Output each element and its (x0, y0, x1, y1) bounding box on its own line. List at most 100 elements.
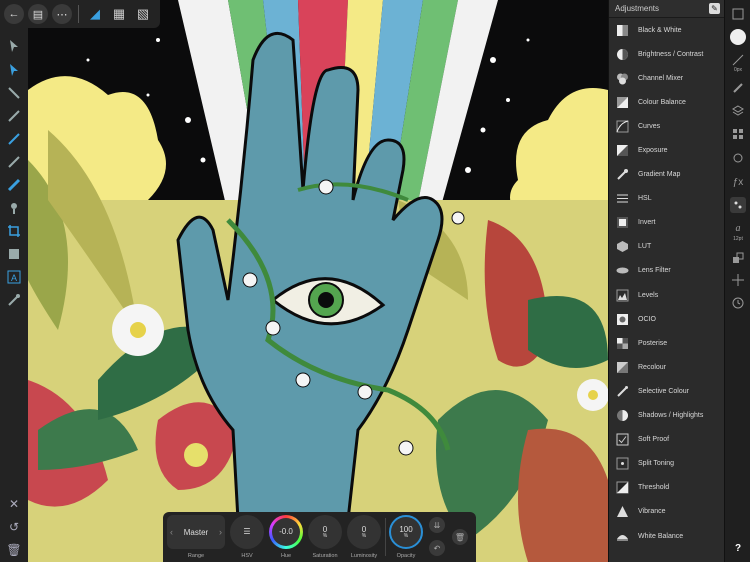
adjustment-item-exposure[interactable]: Exposure (609, 138, 724, 162)
dodge-tool-icon[interactable] (4, 198, 24, 218)
adjustment-item-brightness-contrast[interactable]: Brightness / Contrast (609, 42, 724, 66)
luminosity-control[interactable]: 0 % Luminosity (347, 515, 381, 559)
trash-icon[interactable]: 🗑 (4, 540, 24, 560)
navigator-icon[interactable] (730, 6, 746, 22)
text-tool-icon[interactable]: A (4, 267, 24, 287)
hsv-control[interactable]: ☰ HSV (230, 515, 264, 559)
adjustment-label: Curves (638, 122, 661, 130)
opacity-dial[interactable]: 100 % (389, 515, 423, 549)
ocio-icon (615, 312, 629, 326)
document-canvas[interactable] (28, 0, 608, 562)
pen-tool-icon[interactable] (4, 106, 24, 126)
split-toning-icon (615, 457, 629, 471)
undo-history-icon[interactable]: ↺ (4, 517, 24, 537)
adjustment-item-gradient-map[interactable]: Gradient Map (609, 163, 724, 187)
brushes-icon[interactable] (730, 80, 746, 96)
hue-control[interactable]: -0.0 Hue (269, 515, 303, 559)
reset-icon[interactable]: ↶ (429, 540, 445, 556)
colour-balance-icon (615, 95, 629, 109)
threshold-icon (615, 481, 629, 495)
adjustment-label: Split Toning (638, 460, 675, 468)
photo-persona-icon[interactable]: ◢ (85, 4, 105, 24)
color-picker-icon[interactable] (4, 290, 24, 310)
opacity-control[interactable]: 100 % Opacity (389, 515, 423, 559)
adjustment-label: Posterise (638, 339, 668, 347)
adjustment-item-white-balance[interactable]: White Balance (609, 524, 724, 548)
adjustment-item-curves[interactable]: Curves (609, 114, 724, 138)
crop-nodes-icon[interactable] (4, 83, 24, 103)
context-toolbar: ‹ Master › Range ☰ HSV -0.0 Hue 0 % Satu… (163, 512, 476, 562)
adjustment-label: Soft Proof (638, 436, 670, 444)
chevron-right-icon[interactable]: › (219, 527, 222, 537)
luminosity-dial[interactable]: 0 % (347, 515, 381, 549)
merge-icon[interactable]: ⇊ (429, 517, 445, 533)
brush-size-icon[interactable] (730, 52, 746, 68)
pin-icon[interactable]: ✎ (709, 3, 720, 14)
soft-proof-icon (615, 433, 629, 447)
more-icon[interactable]: ⋯ (52, 4, 72, 24)
channels-icon[interactable] (730, 126, 746, 142)
adjustment-item-recolour[interactable]: Recolour (609, 355, 724, 379)
hue-dial[interactable]: -0.0 (269, 515, 303, 549)
hsl-icon (615, 192, 629, 206)
saturation-control[interactable]: 0 % Saturation (308, 515, 342, 559)
range-label: Range (187, 553, 205, 559)
adjustment-item-black-white[interactable]: Black & White (609, 18, 724, 42)
adjustment-label: Exposure (638, 147, 668, 155)
recolour-icon (615, 360, 629, 374)
panel-title: Adjustments (615, 4, 660, 13)
vibrance-icon (615, 505, 629, 519)
move-tool-icon[interactable] (4, 36, 24, 56)
transform-icon[interactable] (730, 250, 746, 266)
adjustment-item-vibrance[interactable]: Vibrance (609, 500, 724, 524)
daisy-left (112, 304, 164, 356)
help-icon[interactable]: ? (730, 540, 746, 556)
levels-icon (615, 288, 629, 302)
snapping-icon[interactable] (730, 272, 746, 288)
adjustment-item-colour-balance[interactable]: Colour Balance (609, 90, 724, 114)
adjustment-item-threshold[interactable]: Threshold (609, 476, 724, 500)
back-arrow-icon[interactable]: ← (4, 4, 24, 24)
effects-icon[interactable] (730, 150, 746, 166)
flood-fill-icon[interactable] (4, 175, 24, 195)
adjustment-item-invert[interactable]: Invert (609, 211, 724, 235)
layers-icon[interactable] (730, 103, 746, 119)
adjustment-item-levels[interactable]: Levels (609, 283, 724, 307)
pencil-icon[interactable] (4, 152, 24, 172)
pixel-persona-icon[interactable]: ▦ (109, 4, 129, 24)
adjustment-label: Shadows / Highlights (638, 412, 704, 420)
adjustments-icon[interactable] (730, 197, 746, 213)
adjustment-item-selective-colour[interactable]: Selective Colour (609, 379, 724, 403)
adjustment-item-hsl[interactable]: HSL (609, 187, 724, 211)
hue-label: Hue (280, 553, 292, 559)
adjustment-item-posterise[interactable]: Posterise (609, 331, 724, 355)
adjustment-item-lens-filter[interactable]: Lens Filter (609, 259, 724, 283)
adjustment-label: Threshold (638, 484, 670, 492)
adjustment-item-channel-mixer[interactable]: Channel Mixer (609, 66, 724, 90)
adjustment-item-split-toning[interactable]: Split Toning (609, 452, 724, 476)
range-control[interactable]: ‹ Master › Range (167, 515, 225, 559)
range-selector[interactable]: ‹ Master › (167, 515, 225, 549)
adjustment-item-ocio[interactable]: OCIO (609, 307, 724, 331)
text-style-icon[interactable]: a (730, 220, 746, 236)
top-toolbar: ← ▤ ⋯ ◢ ▦ ▧ (0, 0, 160, 28)
export-persona-icon[interactable]: ▧ (133, 4, 153, 24)
crop-tool-icon[interactable] (4, 221, 24, 241)
delete-icon[interactable]: 🗑 (452, 529, 468, 545)
saturation-dial[interactable]: 0 % (308, 515, 342, 549)
hsv-sliders-icon[interactable]: ☰ (230, 515, 264, 549)
color-swatch-icon[interactable] (729, 28, 747, 46)
close-icon[interactable]: ✕ (4, 494, 24, 514)
artwork (28, 0, 608, 562)
document-icon[interactable]: ▤ (28, 4, 48, 24)
select-tool-icon[interactable] (4, 60, 24, 80)
adjustment-item-soft-proof[interactable]: Soft Proof (609, 428, 724, 452)
adjustment-item-lut[interactable]: LUT (609, 235, 724, 259)
adjustment-item-shadows-highlights[interactable]: Shadows / Highlights (609, 404, 724, 428)
shadows-highlights-icon (615, 409, 629, 423)
paint-brush-icon[interactable] (4, 129, 24, 149)
rectangle-tool-icon[interactable] (4, 244, 24, 264)
history-icon[interactable] (730, 295, 746, 311)
fx-icon[interactable]: ƒx (730, 174, 746, 190)
chevron-left-icon[interactable]: ‹ (170, 527, 173, 537)
